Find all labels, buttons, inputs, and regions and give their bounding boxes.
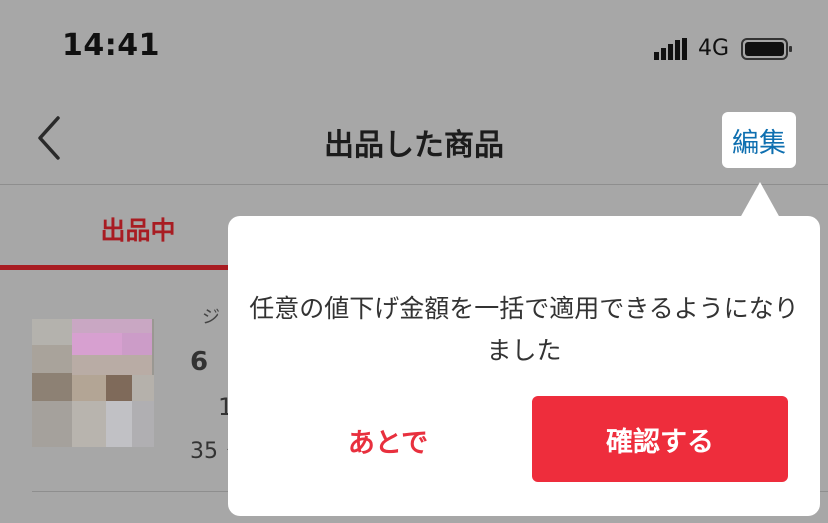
status-time: 14:41 [62,28,160,63]
nav-bar: 出品した商品 編集 [0,100,828,185]
edit-button[interactable]: 編集 [722,112,796,168]
cellular-signal-icon [654,38,687,60]
network-type: 4G [698,36,730,61]
later-button[interactable]: あとで [288,398,488,482]
battery-icon [741,38,792,60]
item-title: 6 [190,347,209,377]
confirm-button[interactable]: 確認する [532,396,788,482]
popover-message: 任意の値下げ金額を一括で適用できるようになりました [249,294,799,365]
item-thumbnail [32,319,154,447]
item-text: ジ [202,307,220,328]
feature-popover: 任意の値下げ金額を一括で適用できるようになりました あとで 確認する [228,216,820,516]
popover-arrow [740,182,780,218]
page-title: 出品した商品 [324,128,504,163]
status-bar: 14:41 4G [0,0,828,90]
